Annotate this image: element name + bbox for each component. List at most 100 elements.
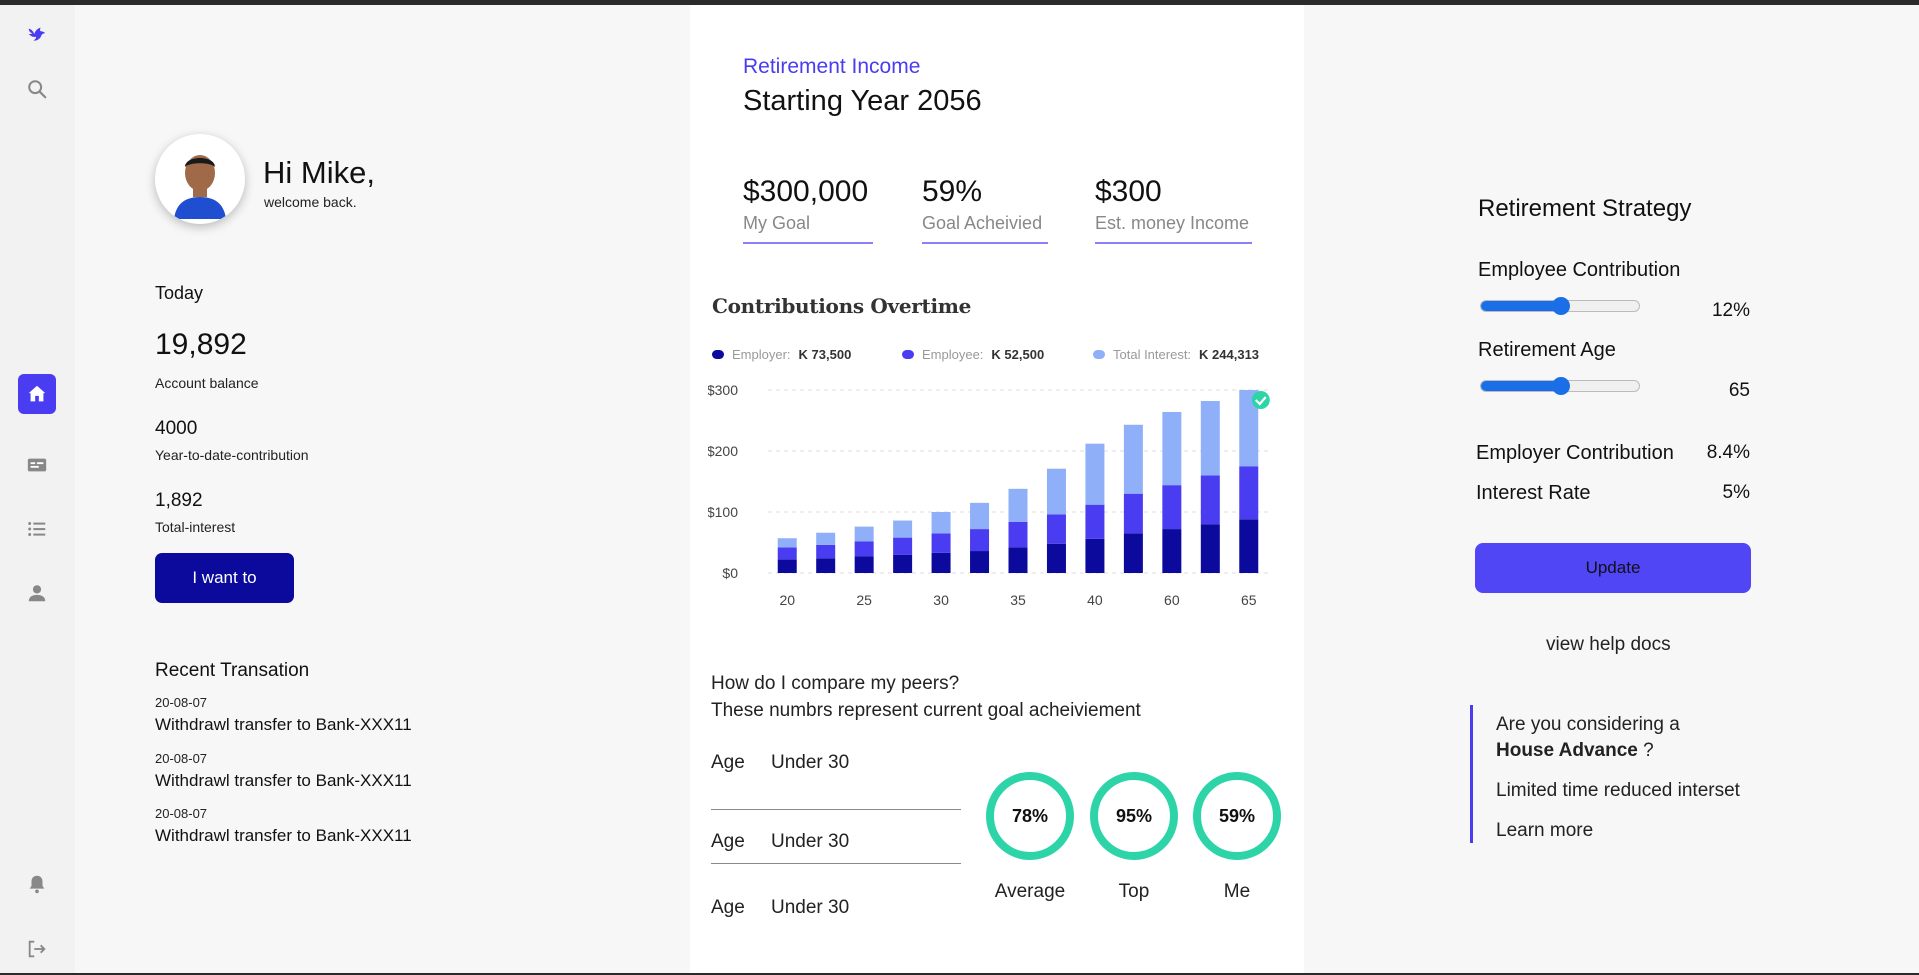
bar-segment-employer: [893, 554, 913, 573]
retirement-age-value: 65: [1728, 380, 1750, 401]
sidebar: [0, 5, 75, 973]
legend-swatch: [902, 350, 914, 359]
legend-value: K 52,500: [991, 347, 1045, 362]
kpi-goal-achieved: 59% Goal Acheivied: [922, 175, 1048, 244]
promo-headline[interactable]: House Advance ?: [1496, 740, 1654, 762]
kpi-value: $300,000: [743, 175, 869, 208]
transaction-date: 20-08-07: [155, 751, 208, 766]
kpi-value: 59%: [922, 175, 983, 208]
user-icon[interactable]: [23, 579, 51, 607]
y-tick-label: $100: [708, 504, 738, 520]
interest-rate-value: 5%: [1722, 482, 1750, 503]
i-want-to-button[interactable]: I want to: [155, 553, 294, 603]
retirement-income-title: Starting Year 2056: [743, 85, 982, 117]
bar-segment-employer: [854, 556, 874, 573]
bar-segment-employee: [1008, 521, 1028, 548]
account-balance-value: 19,892: [155, 328, 247, 361]
y-tick-label: $200: [708, 443, 738, 459]
update-button[interactable]: Update: [1475, 543, 1751, 593]
retirement-age-label: Retirement Age: [1478, 339, 1616, 361]
logout-icon[interactable]: [23, 935, 51, 963]
bar-segment-interest: [1085, 443, 1105, 505]
transaction-date: 20-08-07: [155, 695, 208, 710]
retirement-age-slider[interactable]: [1480, 377, 1640, 395]
peer-ring-label: Me: [1223, 881, 1251, 902]
peer-filter-row[interactable]: Age Under 30: [711, 897, 961, 919]
logo-bird-icon[interactable]: [23, 20, 51, 48]
bar-segment-employee: [816, 544, 836, 559]
avatar[interactable]: [155, 134, 245, 224]
bar-segment-employee: [1162, 485, 1182, 530]
check-circle-icon: [1251, 391, 1270, 409]
employee-contribution-slider[interactable]: [1480, 297, 1640, 315]
total-interest-label: Total-interest: [155, 519, 236, 535]
account-balance-label: Account balance: [155, 375, 259, 391]
bar-segment-employee: [1046, 514, 1066, 544]
compare-subtitle: These numbrs represent current goal ache…: [711, 700, 1141, 721]
interest-rate-label: Interest Rate: [1476, 482, 1591, 504]
retirement-income-panel: Retirement Income Starting Year 2056 $30…: [690, 5, 1304, 973]
bar-segment-employer: [777, 559, 797, 573]
kpi-value: $300: [1095, 175, 1162, 208]
bell-icon[interactable]: [23, 870, 51, 898]
peer-filter-row[interactable]: Age Under 30: [711, 831, 961, 853]
y-tick-label: $0: [722, 565, 738, 581]
slider-fill: [1481, 301, 1561, 311]
bar-segment-employee: [1239, 466, 1259, 520]
slider-handle[interactable]: [1552, 297, 1570, 315]
peer-filter-key: Age: [711, 831, 745, 852]
employee-contribution-value: 12%: [1711, 300, 1750, 321]
bar-segment-interest: [816, 532, 836, 545]
employer-contribution-label: Employer Contribution: [1476, 442, 1674, 464]
transaction-description[interactable]: Withdrawl transfer to Bank-XXX11: [155, 826, 412, 846]
promo-highlight: House Advance: [1496, 740, 1638, 761]
bar-segment-interest: [1046, 468, 1066, 515]
kpi-label: Goal Acheivied: [922, 213, 1043, 233]
bar-segment-employer: [1239, 519, 1259, 573]
bar-segment-interest: [1200, 400, 1220, 476]
bar-segment-employee: [1085, 504, 1105, 539]
employer-contribution-value: 8.4%: [1706, 442, 1750, 463]
x-tick-label: 40: [1087, 592, 1103, 608]
today-label: Today: [155, 283, 204, 303]
slider-handle[interactable]: [1552, 377, 1570, 395]
legend-label: Employer:: [732, 347, 791, 362]
peer-filter-row[interactable]: Age Under 30: [711, 752, 961, 774]
kpi-label: My Goal: [743, 213, 811, 233]
help-docs-link[interactable]: view help docs: [1546, 634, 1671, 656]
total-interest-value: 1,892: [155, 490, 203, 511]
kpi-label: Est. money Income: [1095, 213, 1250, 233]
list-icon[interactable]: [23, 515, 51, 543]
bar-segment-employee: [1123, 493, 1143, 534]
x-tick-label: 25: [856, 592, 872, 608]
legend-value: K 73,500: [798, 347, 852, 362]
bar-segment-interest: [1123, 424, 1143, 494]
bar-segment-employer: [1200, 524, 1220, 573]
bar-segment-interest: [1008, 488, 1028, 522]
bar-segment-employer: [816, 558, 836, 573]
search-icon[interactable]: [23, 75, 51, 103]
slider-fill: [1481, 381, 1561, 391]
divider: [711, 809, 961, 810]
card-icon[interactable]: [23, 451, 51, 479]
transaction-description[interactable]: Withdrawl transfer to Bank-XXX11: [155, 771, 412, 791]
strategy-title: Retirement Strategy: [1478, 195, 1692, 222]
learn-more-link[interactable]: Learn more: [1496, 820, 1593, 842]
bar-segment-interest: [854, 526, 874, 542]
bar-segment-employee: [931, 533, 951, 553]
transaction-description[interactable]: Withdrawl transfer to Bank-XXX11: [155, 715, 412, 735]
employee-contribution-label: Employee Contribution: [1478, 259, 1681, 281]
x-tick-label: 30: [933, 592, 949, 608]
peer-ring-label: Top: [1118, 881, 1150, 902]
bar-segment-interest: [1162, 411, 1182, 486]
legend-label: Total Interest:: [1113, 347, 1192, 362]
home-icon[interactable]: [18, 374, 56, 414]
legend-label: Employee:: [922, 347, 984, 362]
x-tick-label: 60: [1164, 592, 1180, 608]
promo-offer: Limited time reduced interset: [1496, 780, 1740, 801]
bar-segment-employer: [970, 551, 990, 573]
legend-employee: Employee: K 52,500: [902, 347, 1044, 362]
y-tick-label: $300: [708, 382, 738, 398]
bar-segment-interest: [893, 520, 913, 538]
peer-filter-value: Under 30: [771, 831, 850, 852]
